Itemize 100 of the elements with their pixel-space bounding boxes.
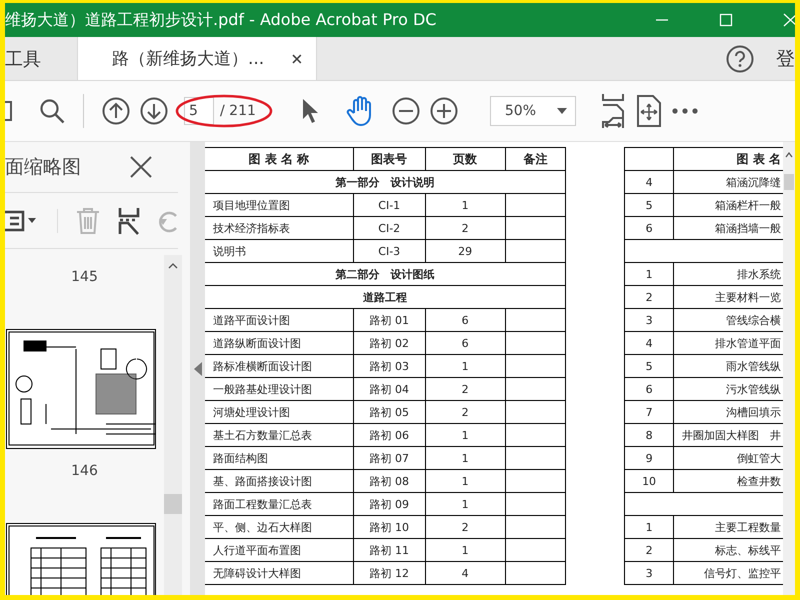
panel-title: 面缩略图 (5, 155, 81, 180)
scrollbar-thumb[interactable] (784, 174, 794, 190)
column-header: 备注 (505, 148, 566, 170)
table-cell: 1 (425, 470, 505, 492)
table-cell: 2 (425, 400, 505, 424)
tab[interactable]: 工具 (5, 37, 77, 80)
table-cell: 7 (624, 400, 674, 424)
table-cell: 路初 08 (353, 470, 426, 492)
table-cell: 3 (624, 562, 674, 584)
table-cell: 路面结构图 (205, 446, 354, 470)
table-cell: 1 (425, 538, 505, 562)
table-cell: 3 (624, 308, 674, 332)
tab-close-icon[interactable] (292, 54, 302, 64)
table-cell: 路初 10 (353, 516, 426, 538)
zoom-out-icon[interactable] (392, 97, 420, 125)
table-cell: 人行道平面布置图 (205, 538, 354, 562)
table-cell: 基、路面搭接设计图 (205, 470, 354, 492)
previous-page-icon[interactable] (102, 97, 130, 125)
column-header: 页数 (425, 148, 505, 170)
table-cell: 道路纵断面设计图 (205, 332, 354, 354)
table-cell: 29 (425, 240, 505, 262)
scrollbar[interactable] (783, 142, 795, 595)
scrollbar-thumb[interactable] (164, 494, 182, 514)
page-icon[interactable] (5, 100, 13, 122)
table-cell: 河塘处理设计图 (205, 400, 354, 424)
table-cell: 路初 05 (353, 400, 426, 424)
table-cell: 无障碍设计大样图 (205, 562, 354, 584)
close-icon[interactable] (130, 156, 152, 178)
table-cell: 10 (624, 470, 674, 492)
table-cell: 项目地理位置图 (205, 194, 354, 216)
table-cell: 6 (425, 308, 505, 332)
table-cell: 1 (624, 516, 674, 538)
expand-panel-icon[interactable] (194, 362, 202, 376)
table-cell: 6 (425, 332, 505, 354)
table-cell: 路初 07 (353, 446, 426, 470)
zoom-dropdown[interactable]: 50% (490, 96, 576, 126)
table-cell: CI-3 (353, 240, 426, 262)
maximize-icon[interactable] (719, 13, 733, 27)
scrollbar[interactable] (164, 255, 182, 595)
section-heading: 道路工程 (205, 286, 566, 308)
search-icon[interactable] (39, 98, 65, 124)
column-header: 图 表 名 (673, 148, 783, 170)
table-cell: 1 (425, 424, 505, 446)
table-cell: 1 (624, 262, 674, 286)
window-title: 维扬大道）道路工程初步设计.pdf - Adobe Acrobat Pro DC (5, 10, 436, 30)
table-cell: 2 (624, 286, 674, 308)
column-header: 图 表 名 称 (205, 148, 354, 170)
table-cell: 道路平面设计图 (205, 308, 354, 332)
table-cell: 路初 01 (353, 308, 426, 332)
drawing-thumbnail[interactable] (6, 329, 156, 449)
table-cell: 基土石方数量汇总表 (205, 424, 354, 446)
table-cell: 5 (624, 354, 674, 378)
caret-icon (556, 108, 567, 114)
table-cell: 路初 04 (353, 378, 426, 400)
table-cell: 路初 03 (353, 354, 426, 378)
table-cell: 路初 11 (353, 538, 426, 562)
table-cell: 6 (624, 378, 674, 400)
table-cell: 平、侧、边石大样图 (205, 516, 354, 538)
table-cell: 2 (425, 216, 505, 240)
zoom-in-icon[interactable] (430, 97, 458, 125)
table-cell: 说明书 (205, 240, 354, 262)
page-total: / 211 (220, 103, 256, 119)
help-icon[interactable] (726, 44, 754, 72)
scroll-up-icon[interactable] (168, 263, 178, 269)
table-cell: CI-1 (353, 194, 426, 216)
more-icon[interactable] (672, 108, 698, 114)
scissors-icon[interactable] (118, 206, 140, 234)
table-cell: 路初 09 (353, 492, 426, 516)
options-icon[interactable] (5, 208, 58, 232)
table-cell: 路面工程数量汇总表 (205, 492, 354, 516)
hand-icon[interactable] (346, 96, 374, 126)
sign-in-link[interactable]: 登 (776, 46, 795, 72)
section-heading: 第二部分 设计图纸 (205, 262, 566, 286)
table-cell: 路标准横断面设计图 (205, 354, 354, 378)
scroll-up-icon[interactable] (785, 152, 793, 158)
table-cell: 1 (425, 446, 505, 470)
table-cell: 路初 02 (353, 332, 426, 354)
table-cell: 路初 06 (353, 424, 426, 446)
table-cell: 6 (624, 216, 674, 240)
table-cell: 4 (624, 332, 674, 354)
fit-page-icon[interactable] (600, 93, 626, 129)
next-page-icon[interactable] (140, 97, 168, 125)
table-cell: 4 (624, 170, 674, 194)
tab[interactable]: 路（新维扬大道）... (77, 37, 317, 80)
table-cell: 技术经济指标表 (205, 216, 354, 240)
table-cell: 5 (624, 194, 674, 216)
table-cell: 8 (624, 424, 674, 446)
table-cell: 一般路基处理设计图 (205, 378, 354, 400)
page-number: 145 (71, 268, 98, 287)
column-header: 图表号 (353, 148, 426, 170)
table-cell: 路初 12 (353, 562, 426, 584)
table-cell: 1 (425, 194, 505, 216)
page-number: 146 (71, 462, 98, 481)
table-cell: 2 (425, 378, 505, 400)
page-arrows-icon[interactable] (636, 95, 662, 127)
table-cell: 4 (425, 562, 505, 584)
table-cell: 1 (425, 354, 505, 378)
section-heading: 第一部分 设计说明 (205, 170, 566, 194)
table-cell: CI-2 (353, 216, 426, 240)
table-cell: 1 (425, 492, 505, 516)
